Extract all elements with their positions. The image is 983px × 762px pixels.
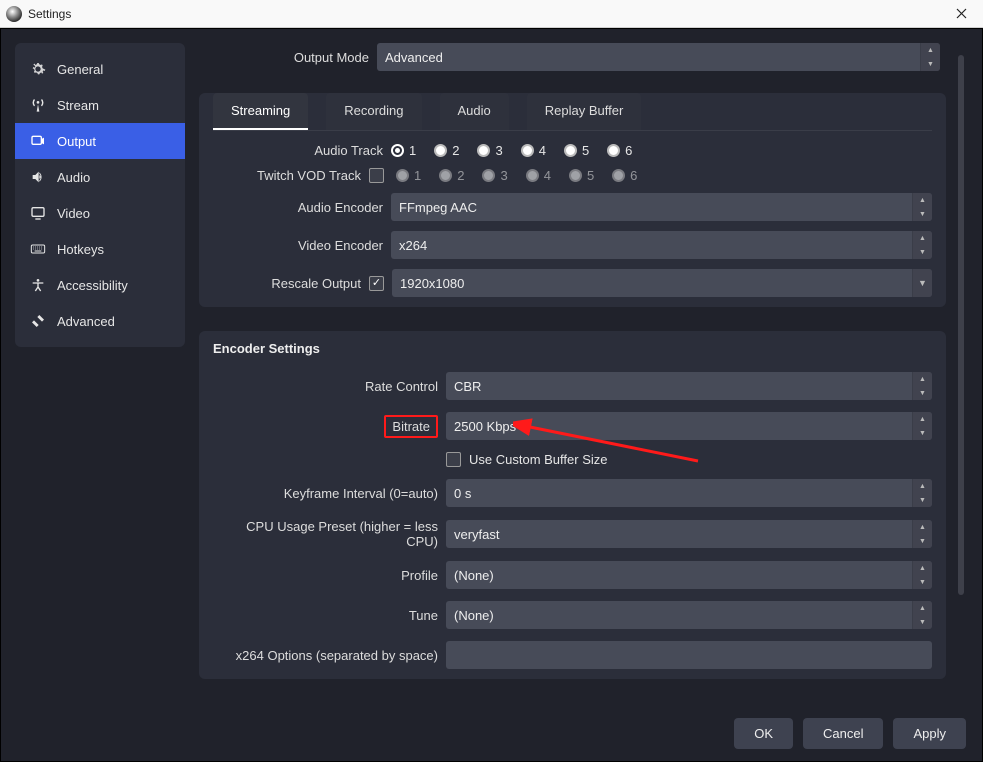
twitch-vod-3: 3 <box>482 168 507 183</box>
audio-track-2[interactable]: 2 <box>434 143 459 158</box>
chevron-updown-icon: ▲▼ <box>912 520 932 548</box>
gear-icon <box>29 61 47 77</box>
content-scrollbar[interactable] <box>958 55 964 595</box>
tab-streaming[interactable]: Streaming <box>213 93 308 130</box>
window-close-button[interactable] <box>939 0 983 28</box>
sidebar-item-label: Advanced <box>57 314 115 329</box>
sidebar-item-audio[interactable]: Audio <box>15 159 185 195</box>
chevron-updown-icon: ▲▼ <box>912 372 932 400</box>
chevron-updown-icon: ▲▼ <box>912 193 932 221</box>
x264-opts-label: x264 Options (separated by space) <box>213 648 438 663</box>
chevron-updown-icon: ▲▼ <box>920 43 940 71</box>
output-mode-select[interactable]: Advanced ▲▼ <box>377 43 940 71</box>
twitch-vod-label: Twitch VOD Track <box>213 168 361 183</box>
ok-button[interactable]: OK <box>734 718 793 749</box>
sidebar-item-stream[interactable]: Stream <box>15 87 185 123</box>
apply-button[interactable]: Apply <box>893 718 966 749</box>
spinner-updown-icon: ▲▼ <box>912 412 932 440</box>
tune-select[interactable]: (None) ▲▼ <box>446 601 932 629</box>
audio-track-3[interactable]: 3 <box>477 143 502 158</box>
sidebar-item-accessibility[interactable]: Accessibility <box>15 267 185 303</box>
dialog-footer: OK Cancel Apply <box>1 706 982 761</box>
close-icon <box>956 8 967 19</box>
chevron-updown-icon: ▲▼ <box>912 601 932 629</box>
audio-track-4[interactable]: 4 <box>521 143 546 158</box>
sidebar-item-label: Accessibility <box>57 278 128 293</box>
sidebar-item-hotkeys[interactable]: Hotkeys <box>15 231 185 267</box>
keyframe-spinner[interactable]: 0 s ▲▼ <box>446 479 932 507</box>
obs-app-icon <box>6 6 22 22</box>
spinner-updown-icon: ▲▼ <box>912 479 932 507</box>
speaker-icon <box>29 169 47 185</box>
rescale-output-select[interactable]: 1920x1080 ▼ <box>392 269 932 297</box>
output-icon <box>29 133 47 149</box>
rate-control-select[interactable]: CBR ▲▼ <box>446 372 932 400</box>
tune-label: Tune <box>213 608 438 623</box>
sidebar-item-label: Stream <box>57 98 99 113</box>
twitch-vod-4: 4 <box>526 168 551 183</box>
output-mode-label: Output Mode <box>199 50 369 65</box>
cpu-preset-label: CPU Usage Preset (higher = less CPU) <box>213 519 438 549</box>
cancel-button[interactable]: Cancel <box>803 718 883 749</box>
sidebar-item-label: Audio <box>57 170 90 185</box>
twitch-vod-2: 2 <box>439 168 464 183</box>
twitch-vod-1: 1 <box>396 168 421 183</box>
audio-track-label: Audio Track <box>213 143 383 158</box>
audio-track-1[interactable]: 1 <box>391 143 416 158</box>
sidebar-item-label: General <box>57 62 103 77</box>
tab-recording[interactable]: Recording <box>326 93 421 130</box>
profile-select[interactable]: (None) ▲▼ <box>446 561 932 589</box>
tab-replay-buffer[interactable]: Replay Buffer <box>527 93 642 130</box>
tools-icon <box>29 313 47 329</box>
sidebar-item-label: Hotkeys <box>57 242 104 257</box>
x264-opts-input[interactable] <box>446 641 932 669</box>
window-title: Settings <box>28 7 939 21</box>
sidebar-item-advanced[interactable]: Advanced <box>15 303 185 339</box>
chevron-down-icon: ▼ <box>912 269 932 297</box>
accessibility-icon <box>29 277 47 293</box>
audio-track-6[interactable]: 6 <box>607 143 632 158</box>
sidebar-item-general[interactable]: General <box>15 51 185 87</box>
titlebar: Settings <box>0 0 983 28</box>
encoder-settings-title: Encoder Settings <box>213 341 932 356</box>
audio-encoder-label: Audio Encoder <box>213 200 383 215</box>
rate-control-label: Rate Control <box>213 379 438 394</box>
settings-content: Output Mode Advanced ▲▼ Streaming Record… <box>199 43 982 706</box>
sidebar-item-output[interactable]: Output <box>15 123 185 159</box>
rescale-output-checkbox[interactable] <box>369 276 384 291</box>
twitch-vod-5: 5 <box>569 168 594 183</box>
chevron-updown-icon: ▲▼ <box>912 561 932 589</box>
custom-buffer-label: Use Custom Buffer Size <box>469 452 607 467</box>
profile-label: Profile <box>213 568 438 583</box>
sidebar-item-label: Video <box>57 206 90 221</box>
sidebar-item-video[interactable]: Video <box>15 195 185 231</box>
audio-encoder-select[interactable]: FFmpeg AAC ▲▼ <box>391 193 932 221</box>
audio-track-5[interactable]: 5 <box>564 143 589 158</box>
bitrate-spinner[interactable]: 2500 Kbps ▲▼ <box>446 412 932 440</box>
antenna-icon <box>29 97 47 113</box>
keyboard-icon <box>29 241 47 257</box>
sidebar-item-label: Output <box>57 134 96 149</box>
custom-buffer-checkbox[interactable] <box>446 452 461 467</box>
video-encoder-label: Video Encoder <box>213 238 383 253</box>
video-encoder-select[interactable]: x264 ▲▼ <box>391 231 932 259</box>
bitrate-label: Bitrate <box>213 419 438 434</box>
chevron-updown-icon: ▲▼ <box>912 231 932 259</box>
tab-audio[interactable]: Audio <box>440 93 509 130</box>
keyframe-label: Keyframe Interval (0=auto) <box>213 486 438 501</box>
twitch-vod-6: 6 <box>612 168 637 183</box>
twitch-vod-checkbox[interactable] <box>369 168 384 183</box>
settings-sidebar: General Stream Output Audio Video Hotkey… <box>15 43 185 347</box>
output-mode-value: Advanced <box>385 50 932 65</box>
cpu-preset-select[interactable]: veryfast ▲▼ <box>446 520 932 548</box>
monitor-icon <box>29 205 47 221</box>
rescale-output-label: Rescale Output <box>213 276 361 291</box>
